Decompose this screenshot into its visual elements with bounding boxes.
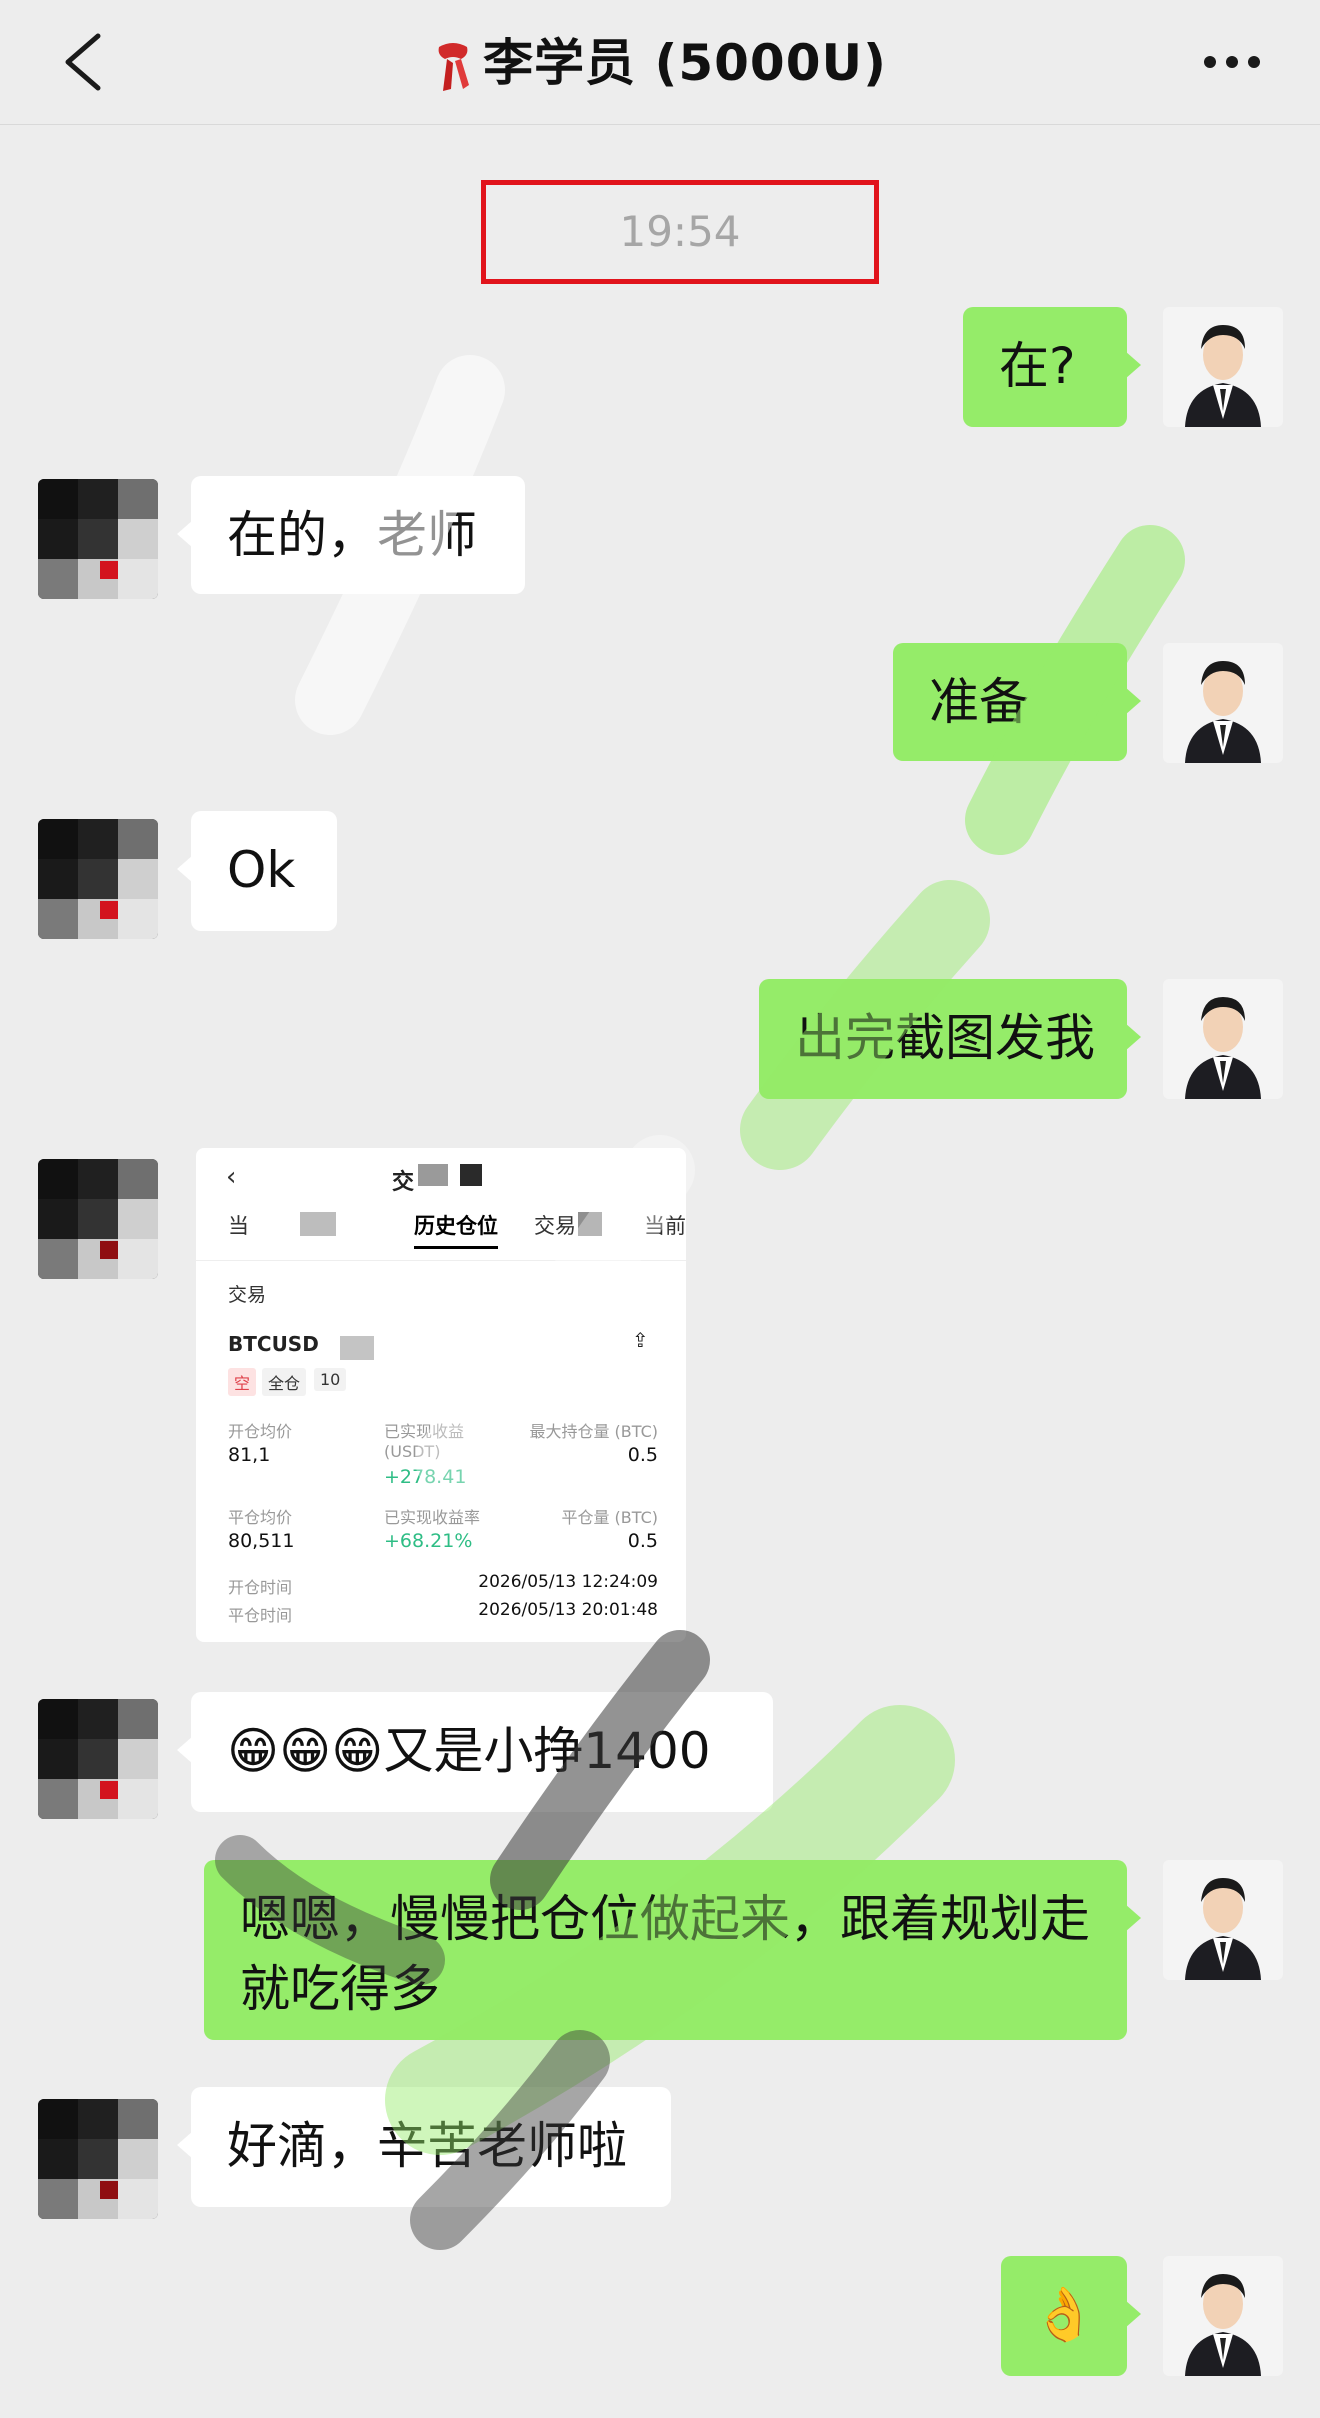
- chat-title-text: 李学员 (5000U): [483, 34, 887, 92]
- screenshot-share-icon: ⇪: [632, 1328, 649, 1352]
- red-scarf-icon: [433, 39, 473, 95]
- message-bubble-received[interactable]: Ok: [177, 811, 337, 931]
- open-avg-value: 81,1: [228, 1444, 271, 1466]
- screenshot-tab: 交易: [534, 1214, 576, 1238]
- pixelated-mosaic: [460, 1164, 482, 1186]
- message-bubble-received[interactable]: 在的，老师: [177, 476, 525, 594]
- message-bubble-sent[interactable]: 在?: [963, 307, 1141, 427]
- position-screenshot-image[interactable]: ‹ 交 当 历史仓位 交易 当前 交易 BTCUSD ⇪ 空 全仓 10 开仓均…: [196, 1148, 686, 1642]
- student-avatar[interactable]: [38, 1159, 158, 1279]
- message-bubble-received[interactable]: 😁😁😁又是小挣1400: [177, 1692, 773, 1812]
- close-avg-value: 80,511: [228, 1530, 295, 1552]
- teacher-avatar[interactable]: [1163, 307, 1283, 427]
- pixelated-mosaic: [578, 1212, 602, 1236]
- message-text: 嗯嗯，慢慢把仓位做起来，跟着规划走就吃得多: [240, 1890, 1090, 2018]
- chat-header: 李学员 (5000U): [0, 0, 1320, 125]
- chat-title: 李学员 (5000U): [0, 28, 1320, 98]
- message-bubble-sent[interactable]: 嗯嗯，慢慢把仓位做起来，跟着规划走就吃得多: [204, 1860, 1141, 2040]
- message-text: 出完截图发我: [795, 1009, 1095, 1067]
- max-position-value: 0.5: [627, 1444, 658, 1466]
- student-avatar[interactable]: [38, 479, 158, 599]
- realized-rate-value: +68.21%: [384, 1530, 473, 1552]
- realized-pnl-value: +278.41: [384, 1466, 467, 1488]
- more-dots-icon: [1204, 56, 1260, 68]
- close-quantity-label: 平仓量 (BTC): [561, 1508, 658, 1527]
- message-text: 😁😁😁又是小挣1400: [227, 1722, 711, 1780]
- screenshot-back-icon: ‹: [226, 1162, 237, 1192]
- student-avatar[interactable]: [38, 819, 158, 939]
- screenshot-tag-leverage: 10: [314, 1368, 347, 1391]
- screenshot-tab: 当前: [644, 1214, 686, 1238]
- teacher-avatar[interactable]: [1163, 979, 1283, 1099]
- close-avg-label: 平仓均价: [228, 1508, 293, 1527]
- screenshot-tag-short: 空: [228, 1368, 257, 1396]
- message-text: 在?: [999, 337, 1076, 395]
- screenshot-title: 交: [392, 1170, 415, 1195]
- message-bubble-sent[interactable]: 准备: [893, 643, 1141, 761]
- close-time-value: 2026/05/13 20:01:48: [478, 1600, 658, 1620]
- timestamp-highlight-box: 19:54: [481, 180, 879, 284]
- screenshot-tabs: 当 历史仓位 交易 当前: [196, 1210, 686, 1249]
- pixelated-mosaic: [300, 1212, 336, 1236]
- teacher-avatar[interactable]: [1163, 643, 1283, 763]
- message-bubble-received[interactable]: 好滴，辛苦老师啦: [177, 2087, 671, 2207]
- student-avatar[interactable]: [38, 2099, 158, 2219]
- screenshot-tag-margin: 全仓: [262, 1368, 307, 1396]
- open-time-value: 2026/05/13 12:24:09: [478, 1572, 658, 1592]
- open-time-label: 开仓时间: [228, 1578, 293, 1597]
- screenshot-tab-active: 历史仓位: [414, 1210, 498, 1249]
- ok-hand-emoji: 👌: [1031, 2285, 1097, 2345]
- max-position-label: 最大持仓量 (BTC): [529, 1422, 658, 1441]
- message-bubble-sent[interactable]: 👌: [1001, 2256, 1141, 2376]
- message-text: 好滴，辛苦老师啦: [227, 2117, 627, 2175]
- pixelated-mosaic: [340, 1336, 374, 1360]
- message-text: 准备: [929, 673, 1029, 731]
- teacher-avatar[interactable]: [1163, 2256, 1283, 2376]
- pixelated-mosaic: [418, 1164, 448, 1186]
- message-bubble-sent[interactable]: 出完截图发我: [759, 979, 1141, 1099]
- screenshot-divider: [196, 1260, 686, 1261]
- close-quantity-value: 0.5: [627, 1530, 658, 1552]
- open-avg-label: 开仓均价: [228, 1422, 293, 1441]
- message-text: 在的，老师: [227, 506, 477, 564]
- screenshot-filter: 交易: [228, 1284, 267, 1306]
- realized-rate-label: 已实现收益率: [384, 1508, 481, 1527]
- more-button[interactable]: [1200, 50, 1264, 74]
- teacher-avatar[interactable]: [1163, 1860, 1283, 1980]
- message-text: Ok: [227, 841, 296, 899]
- message-timestamp: 19:54: [619, 207, 741, 256]
- screenshot-trading-pair: BTCUSD: [228, 1332, 319, 1356]
- student-avatar[interactable]: [38, 1699, 158, 1819]
- screenshot-tab: 当: [228, 1214, 249, 1238]
- realized-pnl-label: 已实现收益 (USDT): [384, 1422, 465, 1461]
- close-time-label: 平仓时间: [228, 1606, 293, 1625]
